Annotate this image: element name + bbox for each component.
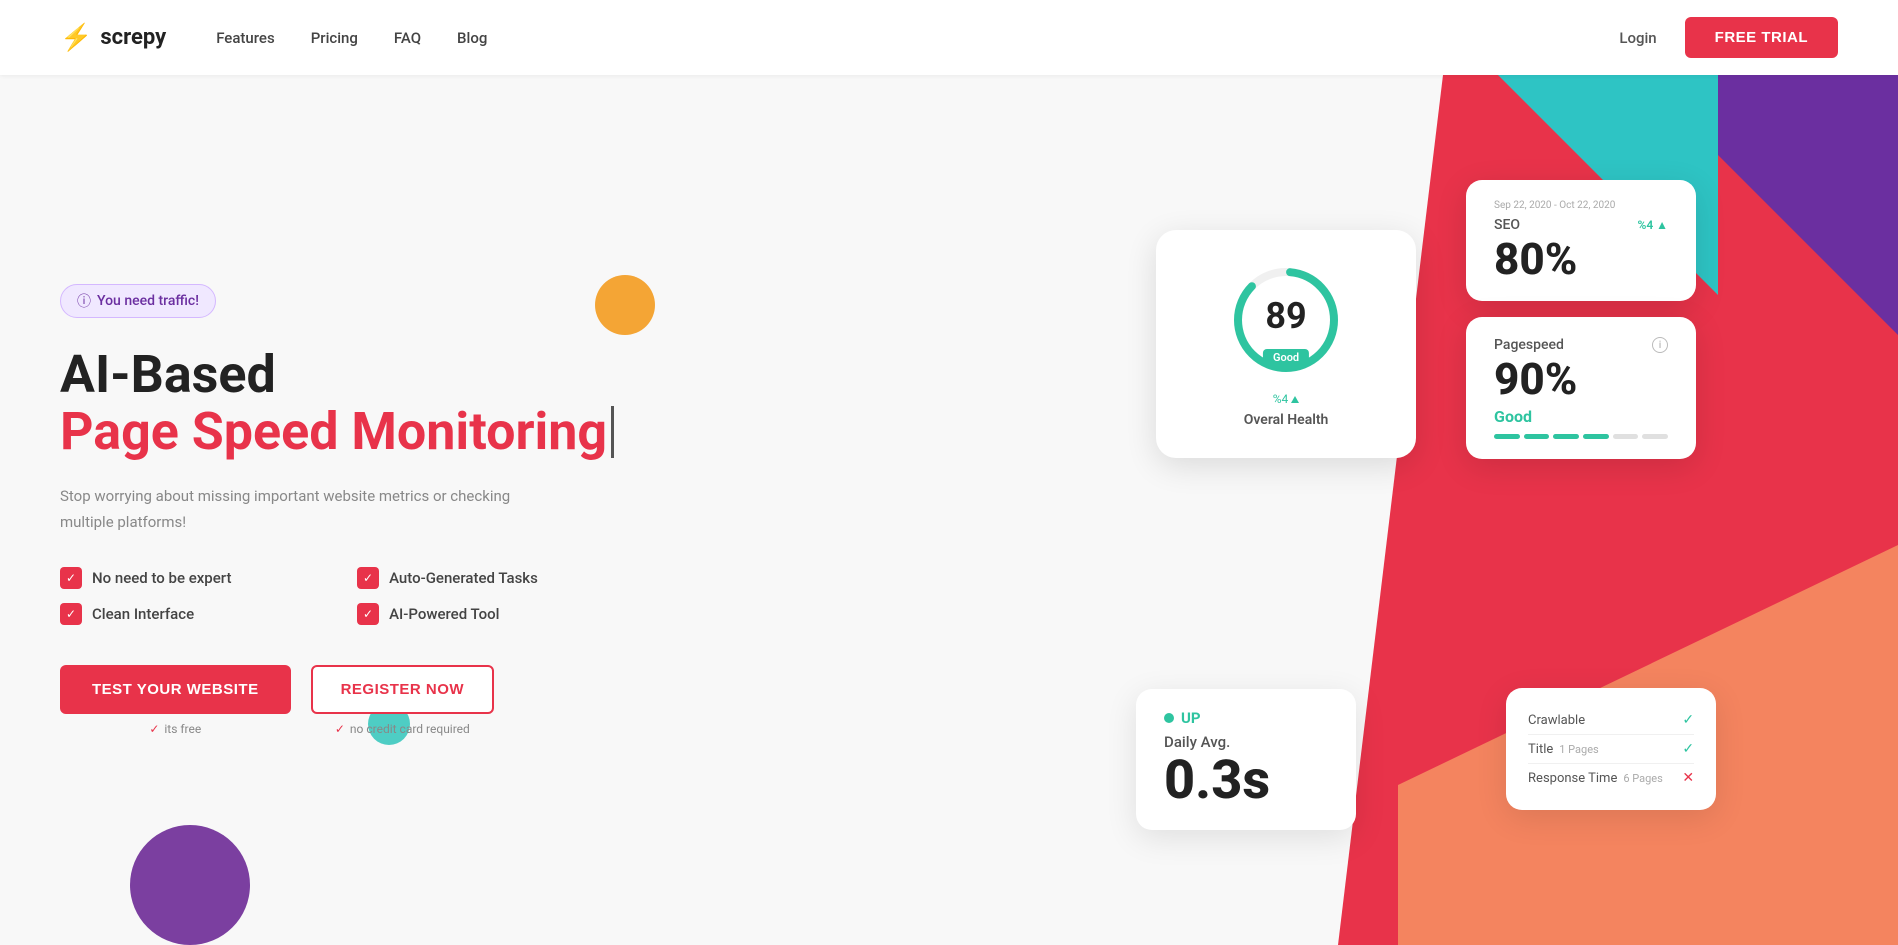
feature-label-1: Auto-Generated Tasks xyxy=(389,569,538,587)
nav-pricing[interactable]: Pricing xyxy=(311,29,358,47)
card-crawl: Crawlable ✓ Title 1 Pages ✓ Response Tim… xyxy=(1506,688,1716,810)
prog-6 xyxy=(1642,434,1668,439)
register-btn-group: REGISTER NOW ✓ no credit card required xyxy=(311,665,495,736)
gauge-number: 89 xyxy=(1265,295,1306,337)
nav-blog[interactable]: Blog xyxy=(457,29,487,47)
up-dot xyxy=(1164,713,1174,723)
crawl-label-0: Crawlable xyxy=(1528,713,1585,728)
logo-icon: ⚡ xyxy=(60,23,92,53)
hero-title-dark: AI-Based xyxy=(60,346,614,403)
pagespeed-info-icon[interactable]: i xyxy=(1652,337,1668,353)
gauge-badge: Good xyxy=(1263,349,1309,366)
test-sub-check-icon: ✓ xyxy=(149,722,159,736)
card-pagespeed: Pagespeed i 90% Good xyxy=(1466,317,1696,459)
register-sub-text: no credit card required xyxy=(350,722,470,736)
card-health: 89 Good %4 Overal Health xyxy=(1156,230,1416,458)
traffic-badge-text: You need traffic! xyxy=(97,293,199,309)
check-icon-1: ✓ xyxy=(357,567,379,589)
feature-item-2: ✓ Clean Interface xyxy=(60,603,317,625)
pagespeed-value: 90% xyxy=(1494,357,1668,401)
crawl-label-1: Title 1 Pages xyxy=(1528,742,1599,757)
prog-4 xyxy=(1583,434,1609,439)
crawl-status-0: ✓ xyxy=(1682,712,1694,728)
card-seo: Sep 22, 2020 - Oct 22, 2020 SEO %4 ▲ 80% xyxy=(1466,180,1696,301)
seo-title: SEO %4 ▲ xyxy=(1494,217,1668,233)
feature-item-3: ✓ AI-Powered Tool xyxy=(357,603,614,625)
features-grid: ✓ No need to be expert ✓ Auto-Generated … xyxy=(60,567,614,625)
info-badge-icon: ⓘ xyxy=(77,291,91,311)
health-label: Overal Health xyxy=(1192,412,1380,428)
crawl-row-2: Response Time 6 Pages ✕ xyxy=(1528,764,1694,792)
pagespeed-status: Good xyxy=(1494,407,1668,426)
feature-label-0: No need to be expert xyxy=(92,569,231,587)
seo-date: Sep 22, 2020 - Oct 22, 2020 xyxy=(1494,200,1668,211)
crawl-status-1: ✓ xyxy=(1682,741,1694,757)
register-button[interactable]: REGISTER NOW xyxy=(311,665,495,714)
nav-features[interactable]: Features xyxy=(216,29,274,47)
crawl-row-1: Title 1 Pages ✓ xyxy=(1528,735,1694,764)
prog-1 xyxy=(1494,434,1520,439)
check-icon-0: ✓ xyxy=(60,567,82,589)
crawl-sub-1: 1 Pages xyxy=(1557,743,1599,756)
crawl-row-0: Crawlable ✓ xyxy=(1528,706,1694,735)
test-sub-text: its free xyxy=(164,722,201,736)
seo-change: %4 ▲ xyxy=(1637,218,1668,232)
feature-label-2: Clean Interface xyxy=(92,605,194,623)
seo-value: 80% xyxy=(1494,237,1668,281)
free-trial-button[interactable]: FREE TRIAL xyxy=(1685,17,1838,58)
hero-buttons: TEST YOUR WEBSITE ✓ its free REGISTER NO… xyxy=(60,665,614,736)
hero-left: ⓘ You need traffic! AI-Based Page Speed … xyxy=(0,204,674,816)
navbar: ⚡ screpy Features Pricing FAQ Blog Login… xyxy=(0,0,1898,75)
check-icon-2: ✓ xyxy=(60,603,82,625)
prog-5 xyxy=(1613,434,1639,439)
prog-3 xyxy=(1553,434,1579,439)
up-indicator: UP xyxy=(1164,709,1328,727)
test-sub-label: ✓ its free xyxy=(149,722,201,736)
progress-bar xyxy=(1494,434,1668,439)
feature-item-1: ✓ Auto-Generated Tasks xyxy=(357,567,614,589)
hero-section: ⓘ You need traffic! AI-Based Page Speed … xyxy=(0,75,1898,945)
logo-text: screpy xyxy=(100,25,166,50)
pagespeed-title: Pagespeed i xyxy=(1494,337,1668,353)
check-icon-3: ✓ xyxy=(357,603,379,625)
dashboard-area: 89 Good %4 Overal Health UP Daily Avg. 0… xyxy=(1116,150,1696,870)
card-daily: UP Daily Avg. 0.3s xyxy=(1136,689,1356,830)
nav-links: Features Pricing FAQ Blog xyxy=(216,28,1619,47)
crawl-status-2: ✕ xyxy=(1682,770,1694,786)
cards-right: Sep 22, 2020 - Oct 22, 2020 SEO %4 ▲ 80%… xyxy=(1466,180,1696,459)
cursor-bar xyxy=(611,406,614,458)
crawl-label-2: Response Time 6 Pages xyxy=(1528,771,1663,786)
crawl-sub-2: 6 Pages xyxy=(1621,772,1663,785)
feature-item-0: ✓ No need to be expert xyxy=(60,567,317,589)
logo[interactable]: ⚡ screpy xyxy=(60,23,166,53)
health-percent: %4 xyxy=(1192,392,1380,406)
hero-subtitle: Stop worrying about missing important we… xyxy=(60,484,520,535)
nav-right: Login FREE TRIAL xyxy=(1619,17,1838,58)
gauge-container: 89 Good xyxy=(1226,260,1346,380)
test-website-button[interactable]: TEST YOUR WEBSITE xyxy=(60,665,291,714)
hero-title-red: Page Speed Monitoring xyxy=(60,403,614,460)
daily-value: 0.3s xyxy=(1164,751,1328,810)
daily-label: Daily Avg. xyxy=(1164,733,1328,751)
traffic-badge: ⓘ You need traffic! xyxy=(60,284,216,318)
up-text: UP xyxy=(1181,709,1201,727)
circle-purple-lg xyxy=(130,825,250,945)
prog-2 xyxy=(1524,434,1550,439)
hero-right: 89 Good %4 Overal Health UP Daily Avg. 0… xyxy=(884,75,1898,945)
login-link[interactable]: Login xyxy=(1619,29,1656,47)
feature-label-3: AI-Powered Tool xyxy=(389,605,499,623)
up-triangle xyxy=(1291,396,1299,403)
register-sub-label: ✓ no credit card required xyxy=(335,722,470,736)
nav-faq[interactable]: FAQ xyxy=(394,29,421,47)
register-sub-check-icon: ✓ xyxy=(335,722,345,736)
test-btn-group: TEST YOUR WEBSITE ✓ its free xyxy=(60,665,291,736)
